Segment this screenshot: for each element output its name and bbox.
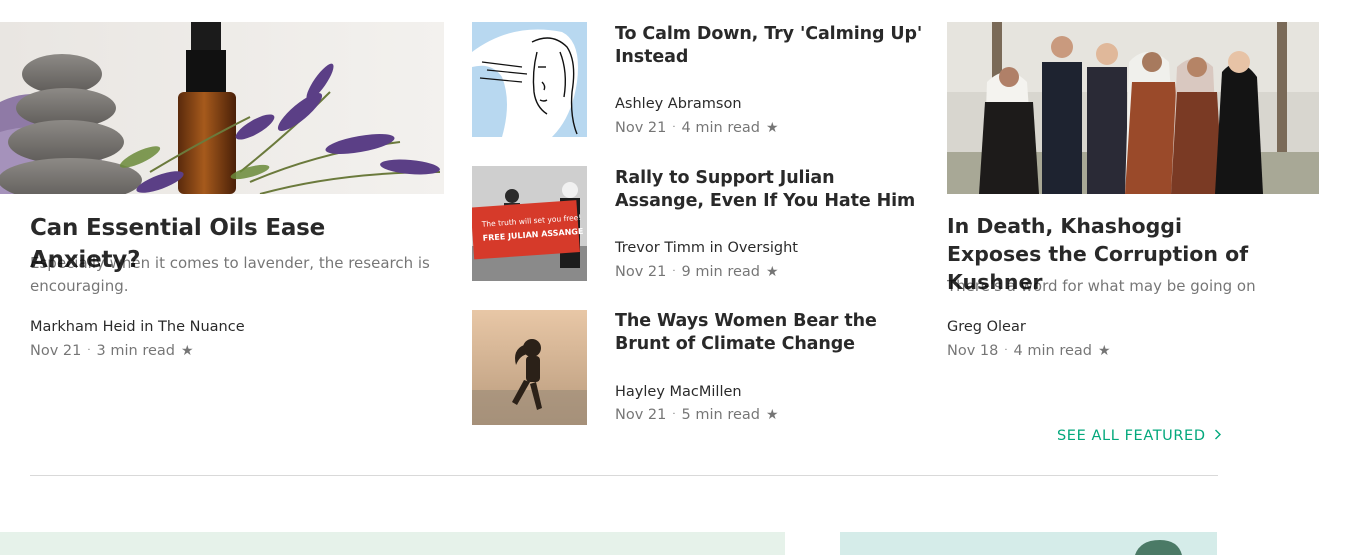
- essential-oils-illustration: [0, 22, 444, 194]
- main-story-meta: Nov 21 · 3 min read ★: [30, 341, 194, 363]
- chevron-right-icon: [1214, 428, 1222, 444]
- next-card-illustration: [1135, 540, 1182, 555]
- read-time: 5 min read: [681, 407, 760, 423]
- separator-dot: ·: [672, 122, 676, 133]
- running-girl-photo: [472, 310, 587, 425]
- woman-sketch-illustration: [472, 22, 587, 137]
- read-time: 9 min read: [681, 264, 760, 280]
- story-author[interactable]: Trevor Timm in Oversight: [615, 238, 798, 258]
- story-author[interactable]: Ashley Abramson: [615, 94, 742, 114]
- section-divider: [30, 475, 1218, 476]
- protest-photo: The truth will set you free! FREE JULIAN…: [472, 166, 587, 281]
- essential-oils-image[interactable]: [0, 22, 444, 194]
- side-story-description[interactable]: There's a word for what may be going on …: [947, 275, 1257, 297]
- story-date: Nov 18: [947, 343, 999, 359]
- next-section-card-right[interactable]: [840, 532, 1217, 555]
- story-author[interactable]: Hayley MacMillen: [615, 382, 742, 402]
- khashoggi-image[interactable]: [947, 22, 1319, 194]
- story-date: Nov 21: [615, 264, 667, 280]
- read-time: 4 min read: [681, 120, 760, 136]
- story-title[interactable]: The Ways Women Bear the Brunt of Climate…: [615, 310, 925, 356]
- star-icon: ★: [766, 407, 779, 423]
- story-date: Nov 21: [30, 343, 82, 359]
- star-icon: ★: [766, 120, 779, 136]
- assange-thumbnail[interactable]: The truth will set you free! FREE JULIAN…: [472, 166, 587, 281]
- star-icon: ★: [1098, 343, 1111, 359]
- side-story-author[interactable]: Greg Olear: [947, 317, 1026, 337]
- climate-thumbnail[interactable]: [472, 310, 587, 425]
- story-title[interactable]: To Calm Down, Try 'Calming Up' Instead: [615, 23, 925, 69]
- side-story-meta: Nov 18 · 4 min read ★: [947, 341, 1111, 363]
- star-icon: ★: [766, 264, 779, 280]
- story-meta: Nov 21 · 5 min read ★: [615, 405, 779, 427]
- story-meta: Nov 21 · 4 min read ★: [615, 118, 779, 140]
- read-time: 3 min read: [96, 343, 175, 359]
- separator-dot: ·: [87, 345, 91, 356]
- calming-thumbnail[interactable]: [472, 22, 587, 137]
- main-story-author[interactable]: Markham Heid in The Nuance: [30, 317, 245, 337]
- separator-dot: ·: [672, 409, 676, 420]
- story-meta: Nov 21 · 9 min read ★: [615, 262, 779, 284]
- separator-dot: ·: [1004, 345, 1008, 356]
- story-date: Nov 21: [615, 407, 667, 423]
- story-date: Nov 21: [615, 120, 667, 136]
- separator-dot: ·: [672, 266, 676, 277]
- read-time: 4 min read: [1013, 343, 1092, 359]
- see-all-featured-link[interactable]: SEE ALL FEATURED: [1057, 428, 1222, 444]
- next-section-card-left[interactable]: [0, 532, 785, 555]
- story-title[interactable]: Rally to Support Julian Assange, Even If…: [615, 167, 925, 213]
- ceremony-photo: [947, 22, 1319, 194]
- star-icon: ★: [181, 343, 194, 359]
- see-all-label: SEE ALL FEATURED: [1057, 428, 1206, 444]
- main-story-description[interactable]: Especially when it comes to lavender, th…: [30, 252, 430, 298]
